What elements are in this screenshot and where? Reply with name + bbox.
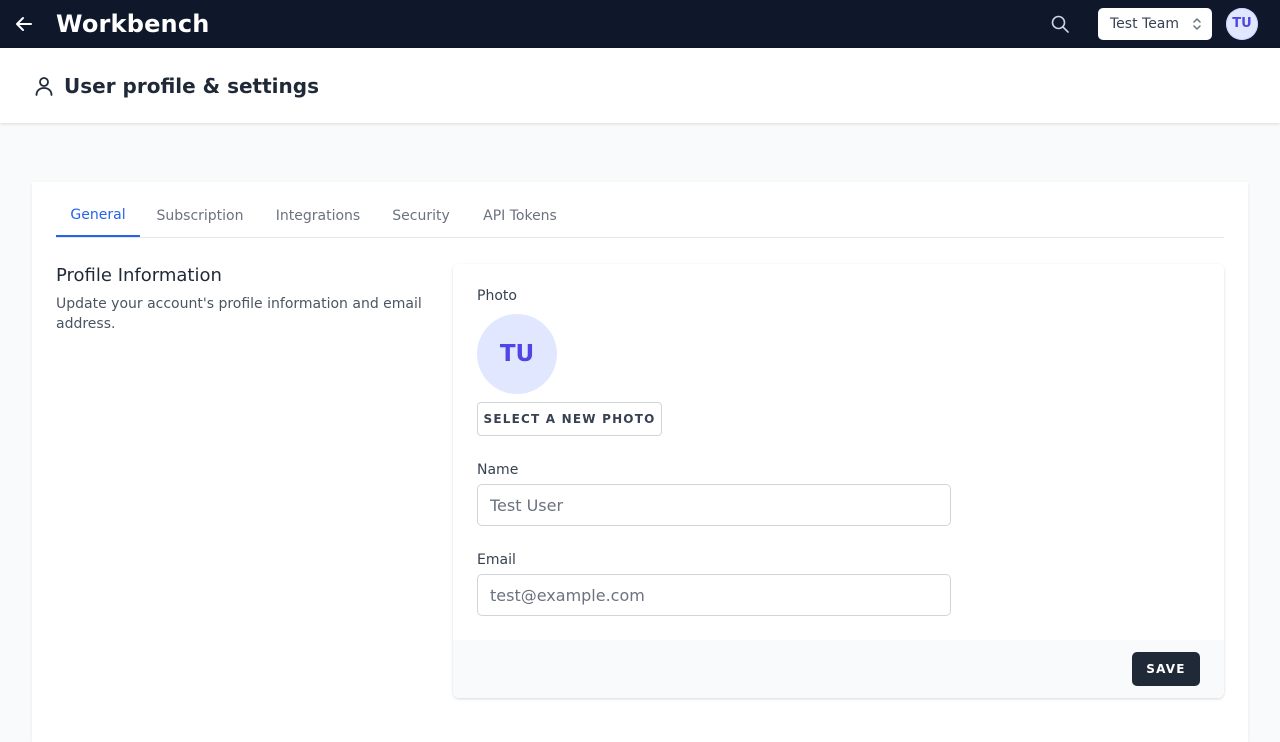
section-description: Update your account's profile informatio… [56,296,422,332]
tab-api-tokens[interactable]: API Tokens [476,182,564,237]
tab-general[interactable]: General [56,182,140,237]
tab-integrations[interactable]: Integrations [270,182,366,237]
back-button[interactable] [12,12,36,36]
search-icon [1051,15,1069,33]
team-select[interactable]: Test Team [1098,8,1212,40]
photo-label: Photo [477,288,517,304]
page-header: User profile & settings [0,48,1280,123]
team-select-value: Test Team [1110,16,1180,32]
page-title: User profile & settings [64,74,319,98]
name-label: Name [477,462,519,478]
name-input[interactable] [477,484,951,526]
search-button[interactable] [1048,12,1072,36]
chevron-up-down-icon [1193,18,1201,30]
settings-card: General Subscription Integrations Securi… [32,182,1248,742]
tab-subscription[interactable]: Subscription [152,182,248,237]
user-avatar-button[interactable]: TU [1226,8,1258,40]
profile-form: Photo TU SELECT A NEW PHOTO Name Email S… [453,264,1224,698]
app-title: Workbench [56,10,210,38]
tab-security[interactable]: Security [388,182,454,237]
save-button[interactable]: SAVE [1132,652,1200,686]
profile-photo-avatar: TU [477,314,557,394]
form-footer: SAVE [453,640,1224,698]
arrow-left-icon [16,17,32,31]
section-title: Profile Information [56,265,222,286]
top-bar: Workbench Test Team TU [0,0,1280,48]
select-photo-button[interactable]: SELECT A NEW PHOTO [477,402,662,436]
email-label: Email [477,552,516,568]
email-input[interactable] [477,574,951,616]
tab-bar: General Subscription Integrations Securi… [56,182,1224,238]
user-icon [35,77,53,96]
